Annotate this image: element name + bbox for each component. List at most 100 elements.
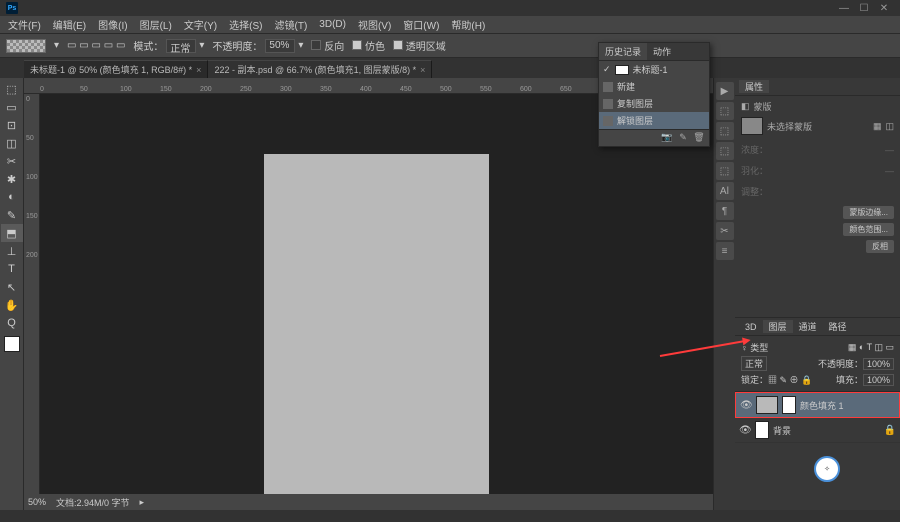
menu-image[interactable]: 图像(I) xyxy=(94,17,131,32)
panel-icon-7[interactable]: ¶ xyxy=(716,202,734,220)
layer-thumbnail[interactable] xyxy=(756,396,778,414)
feather-label: 羽化： xyxy=(741,164,768,177)
layers-panel: 3D 图层 通道 路径 ♀ 类型▦ ◐ T ◫ ▭ 正常不透明度：100% 锁定… xyxy=(735,318,900,510)
masks-label: 蒙版 xyxy=(754,100,772,113)
panel-icon-2[interactable]: ⬚ xyxy=(716,102,734,120)
lasso-tool[interactable]: ⊡ xyxy=(1,116,23,134)
menu-type[interactable]: 文字(Y) xyxy=(180,17,221,32)
maximize-button[interactable]: ☐ xyxy=(854,1,874,15)
crop-tool[interactable]: ◫ xyxy=(1,134,23,152)
zoom-level[interactable]: 50% xyxy=(28,497,46,507)
layer-name[interactable]: 背景 xyxy=(773,424,791,437)
menu-file[interactable]: 文件(F) xyxy=(4,17,45,32)
layer-opacity-input[interactable]: 100% xyxy=(863,358,894,370)
layer-fill-input[interactable]: 100% xyxy=(863,374,894,386)
move-tool[interactable]: ⬚ xyxy=(1,80,23,98)
layer-mask-thumbnail[interactable] xyxy=(782,396,796,414)
visibility-icon[interactable]: 👁 xyxy=(740,400,752,411)
document-canvas[interactable] xyxy=(264,154,489,500)
properties-tab[interactable]: 属性 xyxy=(739,80,769,93)
tab-channels[interactable]: 通道 xyxy=(793,320,823,333)
menu-filter[interactable]: 滤镜(T) xyxy=(271,17,312,32)
layer-row-background[interactable]: 👁 背景 🔒 xyxy=(735,418,900,443)
density-label: 浓度： xyxy=(741,143,768,156)
brush-tool[interactable]: ◐ xyxy=(1,188,23,206)
invert-button[interactable]: 反相 xyxy=(866,240,894,253)
canvas-viewport[interactable] xyxy=(24,94,713,510)
watermark-logo: ✧ xyxy=(814,456,840,482)
close-button[interactable]: ✕ xyxy=(874,1,894,15)
quickmask-tool[interactable]: Q xyxy=(1,314,23,332)
document-tab-1[interactable]: 未标题-1 @ 50% (颜色填充 1, RGB/8#) *× xyxy=(24,60,208,78)
history-step[interactable]: 解锁图层 xyxy=(599,112,709,129)
eraser-tool[interactable]: ⊥ xyxy=(1,242,23,260)
gradient-tool[interactable]: ⬒ xyxy=(1,224,23,242)
history-panel[interactable]: 历史记录 动作 ✓未标题-1 新建 复制图层 解锁图层 📷 ✎ 🗑 xyxy=(598,42,710,147)
menu-edit[interactable]: 编辑(E) xyxy=(49,17,90,32)
transparency-checkbox[interactable] xyxy=(393,40,403,50)
hand-tool[interactable]: ✋ xyxy=(1,296,23,314)
actions-tab[interactable]: 动作 xyxy=(647,43,677,60)
menu-layer[interactable]: 图层(L) xyxy=(136,17,176,32)
panel-icon-3[interactable]: ⬚ xyxy=(716,122,734,140)
dither-checkbox[interactable] xyxy=(352,40,362,50)
tab-paths[interactable]: 路径 xyxy=(823,320,853,333)
history-tab[interactable]: 历史记录 xyxy=(599,43,647,60)
ps-icon: Ps xyxy=(6,2,18,14)
color-range-button[interactable]: 颜色范围... xyxy=(843,223,894,236)
healing-tool[interactable]: ✱ xyxy=(1,170,23,188)
foreground-background-swatch[interactable] xyxy=(4,336,20,352)
panel-icon-5[interactable]: ⬚ xyxy=(716,162,734,180)
history-doc-row[interactable]: ✓未标题-1 xyxy=(599,61,709,78)
document-tabs: 未标题-1 @ 50% (颜色填充 1, RGB/8#) *× 222 - 副本… xyxy=(0,58,900,78)
blend-mode-select[interactable]: 正常 xyxy=(741,356,767,371)
tab-layers[interactable]: 图层 xyxy=(763,320,793,333)
snapshot-icon[interactable]: 📷 xyxy=(661,132,673,144)
menu-window[interactable]: 窗口(W) xyxy=(399,17,443,32)
mask-thumbnail[interactable] xyxy=(741,117,763,135)
refine-label: 调整： xyxy=(741,185,768,198)
history-step[interactable]: 新建 xyxy=(599,78,709,95)
panel-icon-4[interactable]: ⬚ xyxy=(716,142,734,160)
mode-label: 模式： xyxy=(133,38,163,53)
minimize-button[interactable]: — xyxy=(834,1,854,15)
panel-icon-6[interactable]: Aǀ xyxy=(716,182,734,200)
panel-icon-8[interactable]: ✂ xyxy=(716,222,734,240)
mode-select[interactable]: 正常 xyxy=(166,39,196,53)
layer-row-colorfill[interactable]: 👁 颜色填充 1 xyxy=(735,392,900,418)
gradient-swatch[interactable] xyxy=(6,39,46,53)
marquee-tool[interactable]: ▭ xyxy=(1,98,23,116)
stamp-tool[interactable]: ✎ xyxy=(1,206,23,224)
visibility-icon[interactable]: 👁 xyxy=(739,425,751,436)
collapsed-panels: ▶ ⬚ ⬚ ⬚ ⬚ Aǀ ¶ ✂ ≡ xyxy=(713,78,735,510)
menu-help[interactable]: 帮助(H) xyxy=(447,17,489,32)
layer-name[interactable]: 颜色填充 1 xyxy=(800,399,844,412)
history-step[interactable]: 复制图层 xyxy=(599,95,709,112)
menu-3d[interactable]: 3D(D) xyxy=(315,19,350,30)
opacity-input[interactable]: 50% xyxy=(265,39,295,53)
reverse-checkbox[interactable] xyxy=(311,40,321,50)
document-tab-2[interactable]: 222 - 副本.psd @ 66.7% (颜色填充1, 图层蒙版/8) *× xyxy=(208,60,432,78)
path-tool[interactable]: ↖ xyxy=(1,278,23,296)
vector-mask-icon[interactable]: ◫ xyxy=(885,121,894,132)
status-bar: 50% 文档:2.94M/0 字节 ▸ xyxy=(24,494,713,510)
lock-icon: 🔒 xyxy=(884,425,896,436)
tab-3d[interactable]: 3D xyxy=(739,322,763,332)
pixel-mask-icon[interactable]: ▦ xyxy=(873,121,882,132)
options-bar: ▾ ▭ ▭ ▭ ▭ ▭ 模式：正常▾ 不透明度：50%▾ 反向 仿色 透明区域 xyxy=(0,34,900,58)
doc-info: 文档:2.94M/0 字节 xyxy=(56,496,130,509)
type-tool[interactable]: T xyxy=(1,260,23,278)
opacity-label: 不透明度： xyxy=(212,38,262,53)
mask-status: 未选择蒙版 xyxy=(767,120,812,133)
panel-icon-1[interactable]: ▶ xyxy=(716,82,734,100)
menu-select[interactable]: 选择(S) xyxy=(225,17,266,32)
panel-icon-9[interactable]: ≡ xyxy=(716,242,734,260)
layer-thumbnail[interactable] xyxy=(755,421,769,439)
delete-icon[interactable]: 🗑 xyxy=(693,132,705,144)
mask-edge-button[interactable]: 蒙版边缘... xyxy=(843,206,894,219)
close-tab-icon[interactable]: × xyxy=(196,65,201,75)
close-tab-icon[interactable]: × xyxy=(420,65,425,75)
menu-view[interactable]: 视图(V) xyxy=(354,17,395,32)
eyedropper-tool[interactable]: ✂ xyxy=(1,152,23,170)
new-snapshot-icon[interactable]: ✎ xyxy=(677,132,689,144)
